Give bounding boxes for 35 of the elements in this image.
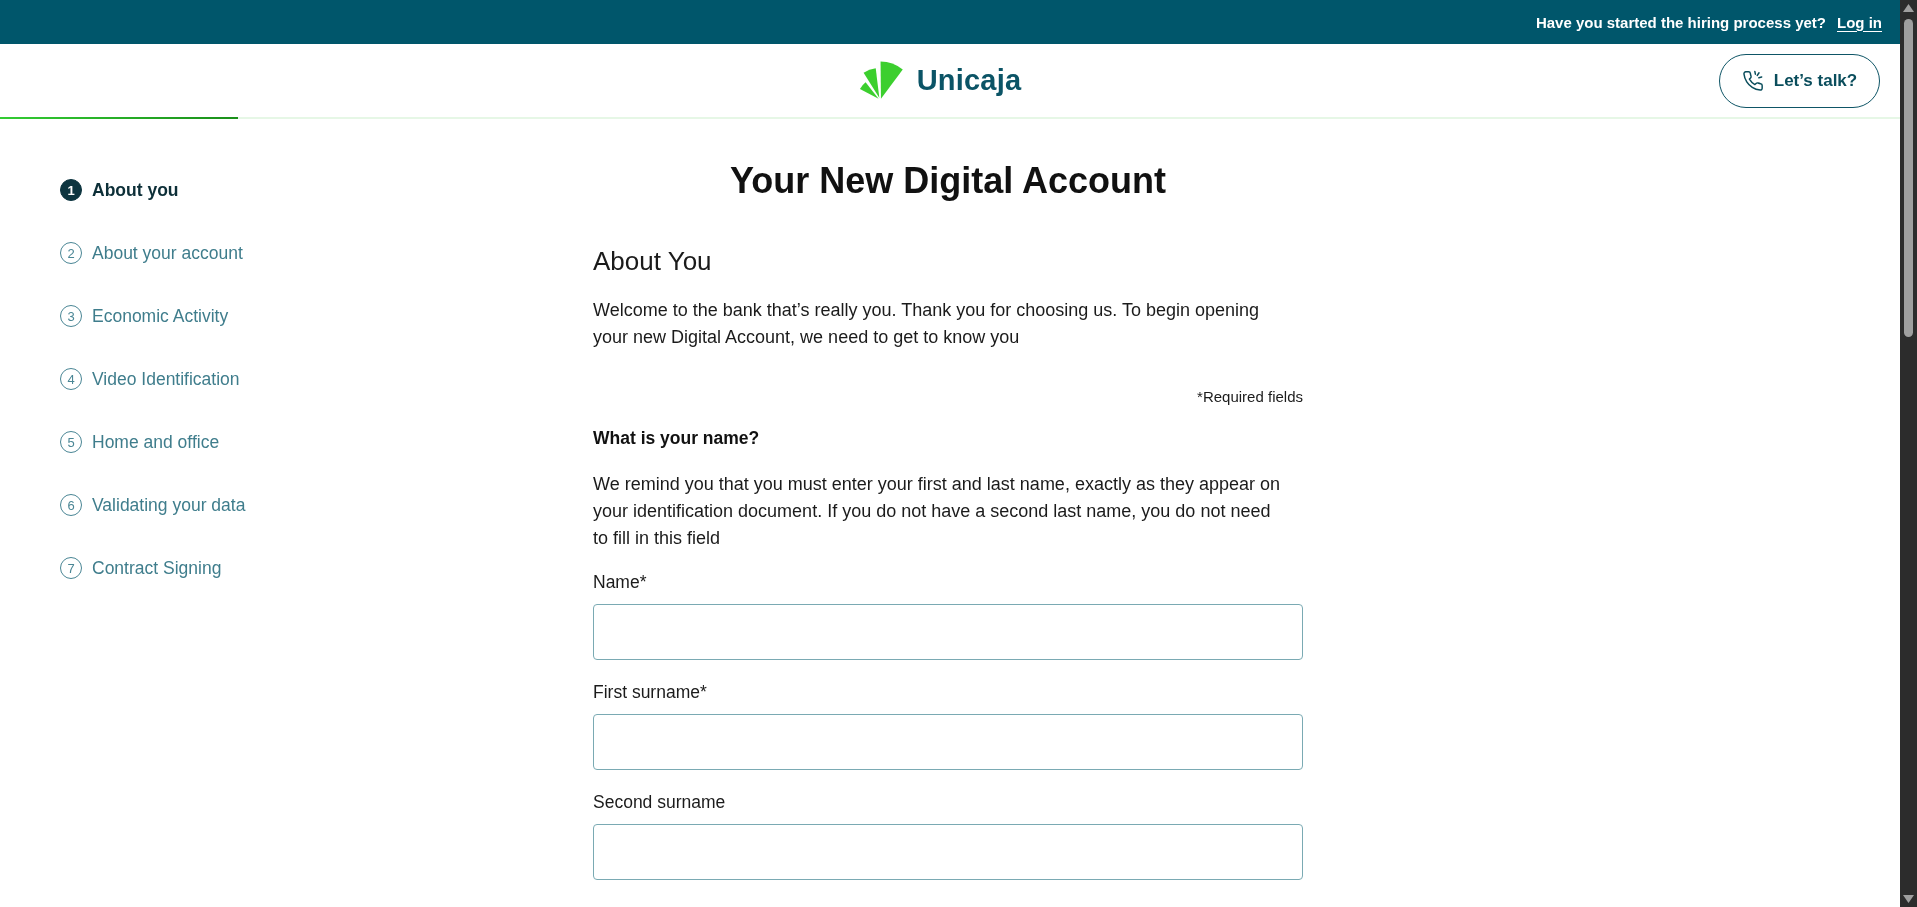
hint-paragraph: We remind you that you must enter your first and last name, exactly as they appear on your identification document. If you do not have a second last name, you do not need to fill in this field <box>593 473 1281 550</box>
input-field[interactable] <box>593 604 1303 660</box>
step-number: 7 <box>60 557 82 579</box>
field-label: First surname* <box>593 681 707 703</box>
scroll-up-icon[interactable] <box>1903 4 1914 12</box>
page-title: Your New Digital Account <box>729 159 1167 203</box>
step-label: Video Identification <box>92 368 240 390</box>
question-heading: What is your name? <box>593 427 761 450</box>
intro-paragraph: Welcome to the bank that’s really you. Thank you for choosing us. To begin opening your new Digital Account, we need to get to know you <box>593 299 1261 349</box>
step-label: Economic Activity <box>92 305 229 327</box>
step-number: 5 <box>60 431 82 453</box>
input-field[interactable] <box>593 714 1303 770</box>
phone-icon <box>1741 69 1764 92</box>
section-title: About You <box>593 245 713 277</box>
field-label: Second surname <box>593 791 726 813</box>
login-link[interactable]: Log in <box>1837 13 1882 31</box>
logo-text: Unicaja <box>916 64 1022 97</box>
scrollbar-thumb[interactable] <box>1904 19 1913 337</box>
talk-button[interactable]: Let’s talk? <box>1719 53 1880 108</box>
required-fields-note: *Required fields <box>1196 387 1303 407</box>
field-label: Name* <box>593 571 647 593</box>
step-number: 2 <box>60 242 82 264</box>
step-label: About you <box>92 179 179 201</box>
step-label: Home and office <box>92 431 220 453</box>
step-label: Contract Signing <box>92 557 222 579</box>
input-field[interactable] <box>593 824 1303 880</box>
step-label: Validating your data <box>92 494 246 516</box>
step-number: 1 <box>60 179 82 201</box>
scrollbar[interactable] <box>1900 0 1917 907</box>
step-number: 3 <box>60 305 82 327</box>
step-label: About your account <box>92 242 243 264</box>
scroll-down-icon[interactable] <box>1903 895 1914 903</box>
step-number: 6 <box>60 494 82 516</box>
step-number: 4 <box>60 368 82 390</box>
hiring-question-text: Have you started the hiring process yet? <box>1535 13 1826 31</box>
